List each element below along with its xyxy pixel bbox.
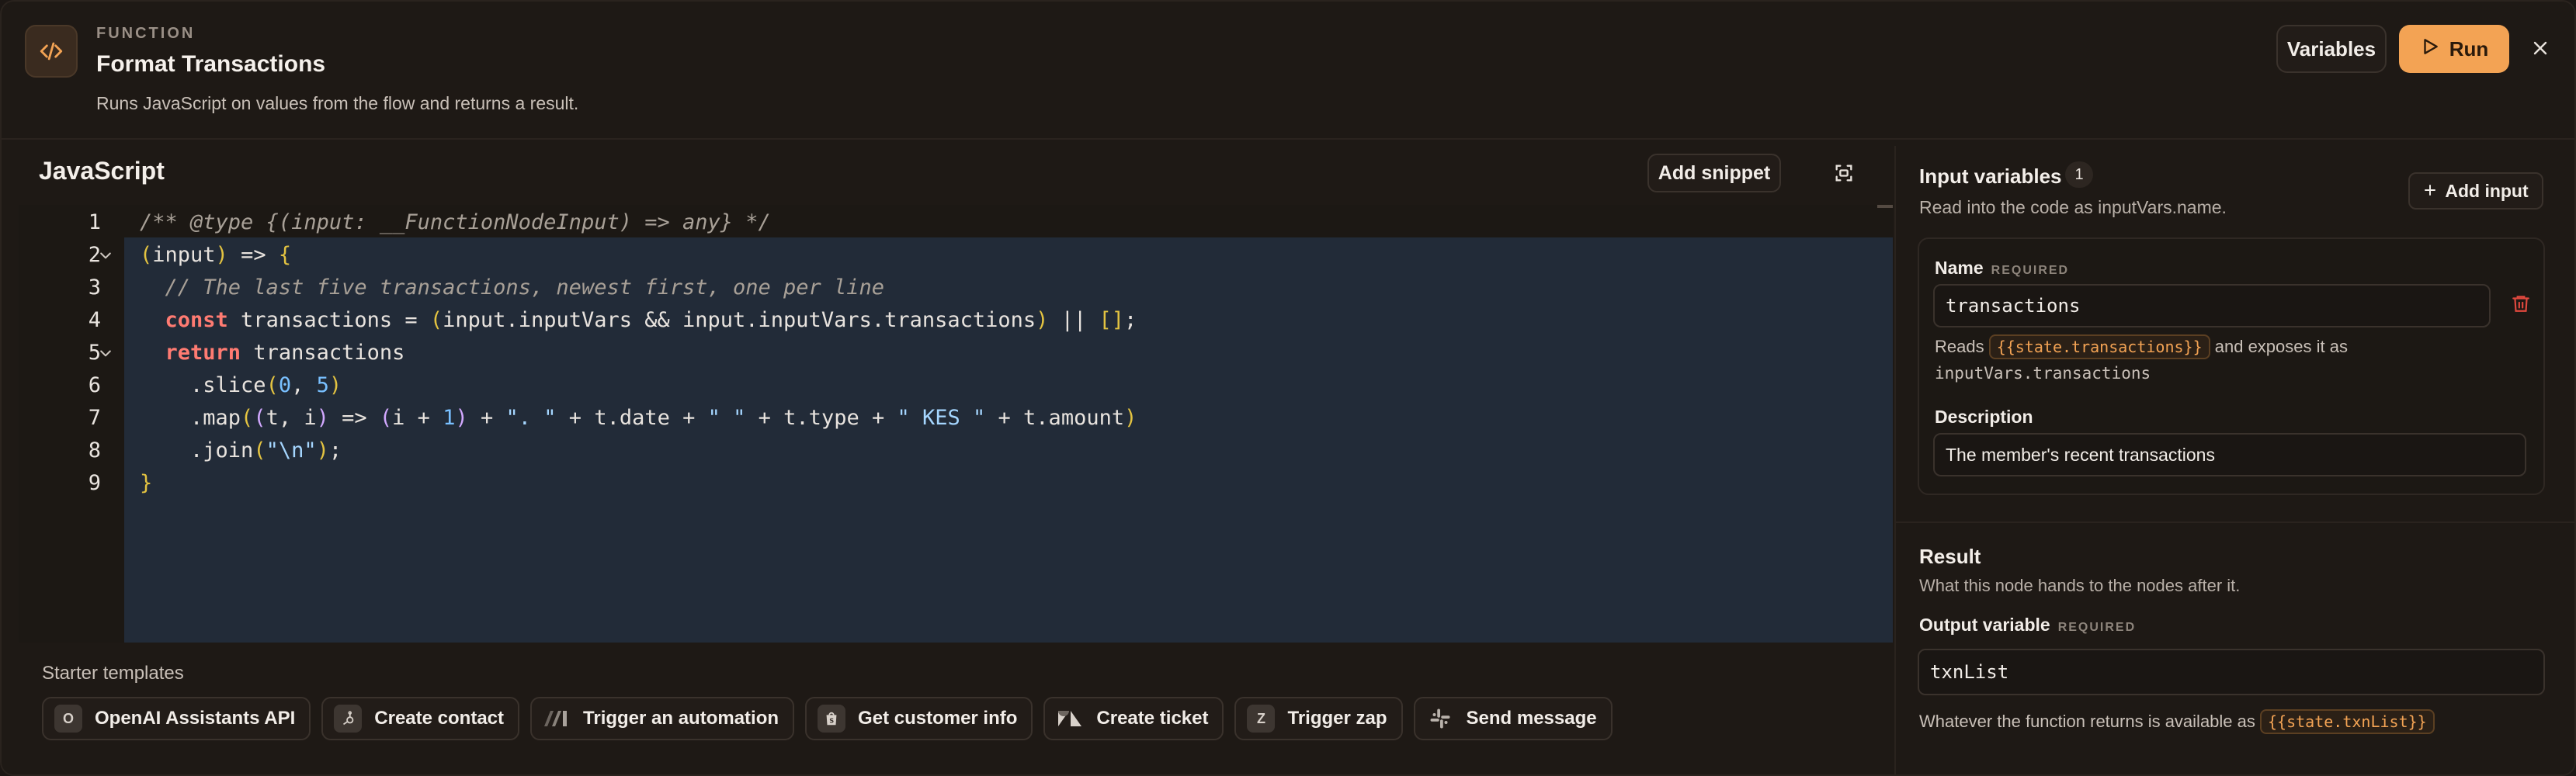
code-line: // The last five transactions, newest fi…	[140, 272, 885, 304]
fold-chevron-icon[interactable]	[95, 337, 116, 369]
template-label: Send message	[1466, 708, 1597, 729]
editor-language-label: JavaScript	[39, 157, 165, 185]
output-note-text: Whatever the function returns is availab…	[1919, 712, 2255, 731]
code-comment: /** @type {(input: __FunctionNodeInput) …	[140, 210, 771, 234]
fold-chevron-icon[interactable]	[95, 239, 116, 272]
template-trigger-zap[interactable]: Z Trigger zap	[1234, 697, 1403, 740]
code-line: .map((t, i) => (i + 1) + ". " + t.date +…	[140, 406, 1137, 430]
input-variables-title: Input variables	[1919, 165, 2062, 188]
trash-icon[interactable]	[2509, 290, 2533, 317]
page-title: Format Transactions	[96, 51, 326, 77]
input-variable-card: Name REQUIRED transactions Reads {{state.…	[1918, 237, 2545, 495]
line-number: 1	[88, 210, 101, 234]
code-editor[interactable]: 1 2 3 4 5 6 7 8 9 /** @type {(input: __F…	[19, 205, 1893, 643]
description-label: Description	[1935, 407, 2033, 427]
line-number: 3	[88, 275, 101, 300]
close-icon[interactable]	[2525, 33, 2556, 64]
hubspot-icon	[334, 705, 363, 733]
slack-icon	[1426, 705, 1454, 733]
starter-templates-title: Starter templates	[42, 663, 184, 684]
required-tag: REQUIRED	[1991, 264, 2070, 277]
panel-divider	[1896, 521, 2574, 523]
template-send-message[interactable]: Send message	[1413, 697, 1613, 740]
line-number: 6	[88, 373, 101, 397]
code-line: /** @type {(input: __FunctionNodeInput) …	[140, 206, 771, 239]
output-note: Whatever the function returns is availab…	[1919, 709, 2435, 734]
description-field[interactable]: The member's recent transactions	[1933, 433, 2526, 476]
output-variable-field[interactable]: txnList	[1918, 649, 2545, 695]
expand-icon[interactable]	[1831, 160, 1857, 186]
template-get-customer-info[interactable]: S Get customer info	[805, 697, 1033, 740]
openai-icon: O	[54, 705, 82, 733]
run-button-label: Run	[2449, 36, 2489, 61]
reads-prefix: Reads	[1935, 337, 1984, 356]
result-subtitle: What this node hands to the nodes after …	[1919, 576, 2241, 595]
code-comment: // The last five transactions, newest fi…	[140, 275, 885, 300]
add-input-button[interactable]: Add input	[2408, 172, 2543, 210]
code-line: .slice(0, 5)	[140, 373, 342, 397]
add-snippet-label: Add snippet	[1658, 161, 1771, 184]
template-label: Trigger zap	[1287, 708, 1387, 729]
shopify-icon: S	[818, 705, 846, 733]
template-label: Create contact	[374, 708, 505, 729]
function-editor-modal: FUNCTION Format Transactions Runs JavaSc…	[0, 0, 2576, 776]
plus-icon	[2423, 181, 2437, 202]
svg-text:S: S	[829, 717, 834, 725]
reads-path: inputVars.transactions	[1935, 364, 2151, 383]
page-subtitle: Runs JavaScript on values from the flow …	[96, 93, 579, 113]
reads-suffix: and exposes it as	[2214, 337, 2348, 356]
input-variables-subtitle: Read into the code as inputVars.name.	[1919, 197, 2227, 217]
template-label: Create ticket	[1096, 708, 1209, 729]
line-number: 7	[88, 406, 101, 430]
reads-description: Reads {{state.transactions}} and exposes…	[1935, 334, 2525, 386]
template-list: O OpenAI Assistants API Create contact T…	[42, 697, 1613, 740]
template-trigger-automation[interactable]: Trigger an automation	[530, 697, 795, 740]
run-button[interactable]: Run	[2399, 25, 2509, 73]
name-label-text: Name	[1935, 258, 1984, 278]
state-reference-chip: {{state.txnList}}	[2260, 709, 2435, 734]
zapier-icon: Z	[1247, 705, 1276, 733]
name-label: Name REQUIRED	[1935, 258, 2069, 279]
make-icon	[543, 705, 571, 733]
line-number: 4	[88, 308, 101, 332]
node-kind-label: FUNCTION	[96, 25, 196, 42]
code-icon	[25, 25, 78, 78]
template-create-ticket[interactable]: Create ticket	[1043, 697, 1224, 740]
code-line: }	[140, 471, 153, 495]
modal-header: FUNCTION Format Transactions Runs JavaSc…	[2, 2, 2574, 140]
template-label: Trigger an automation	[583, 708, 779, 729]
add-input-label: Add input	[2445, 180, 2529, 201]
line-gutter: 1 2 3 4 5 6 7 8 9	[19, 205, 124, 643]
output-label-text: Output variable	[1919, 615, 2050, 635]
output-variable-label: Output variable REQUIRED	[1919, 615, 2136, 636]
play-icon	[2420, 36, 2440, 62]
template-openai-assistants[interactable]: O OpenAI Assistants API	[42, 697, 311, 740]
variables-side-panel: Input variables 1 Read into the code as …	[1894, 146, 2574, 774]
input-name-field[interactable]: transactions	[1933, 284, 2491, 327]
scrollbar-marker	[1877, 205, 1893, 208]
variables-button[interactable]: Variables	[2276, 25, 2387, 73]
variables-button-label: Variables	[2286, 36, 2376, 61]
template-label: OpenAI Assistants API	[95, 708, 296, 729]
code-line: .join("\n");	[140, 438, 342, 462]
required-tag: REQUIRED	[2057, 621, 2137, 634]
code-line: (input) => {	[140, 243, 292, 267]
code-text-area[interactable]: /** @type {(input: __FunctionNodeInput) …	[124, 205, 1893, 643]
template-label: Get customer info	[858, 708, 1018, 729]
template-create-contact[interactable]: Create contact	[321, 697, 520, 740]
result-title: Result	[1919, 545, 1981, 568]
add-snippet-button[interactable]: Add snippet	[1647, 154, 1781, 192]
code-line: return transactions	[165, 341, 405, 365]
zendesk-icon	[1056, 705, 1084, 733]
code-line: const transactions = (input.inputVars &&…	[165, 308, 1137, 332]
line-number: 9	[88, 471, 101, 495]
line-number: 8	[88, 438, 101, 462]
input-count-badge: 1	[2065, 161, 2093, 188]
state-reference-chip: {{state.transactions}}	[1988, 334, 2210, 359]
